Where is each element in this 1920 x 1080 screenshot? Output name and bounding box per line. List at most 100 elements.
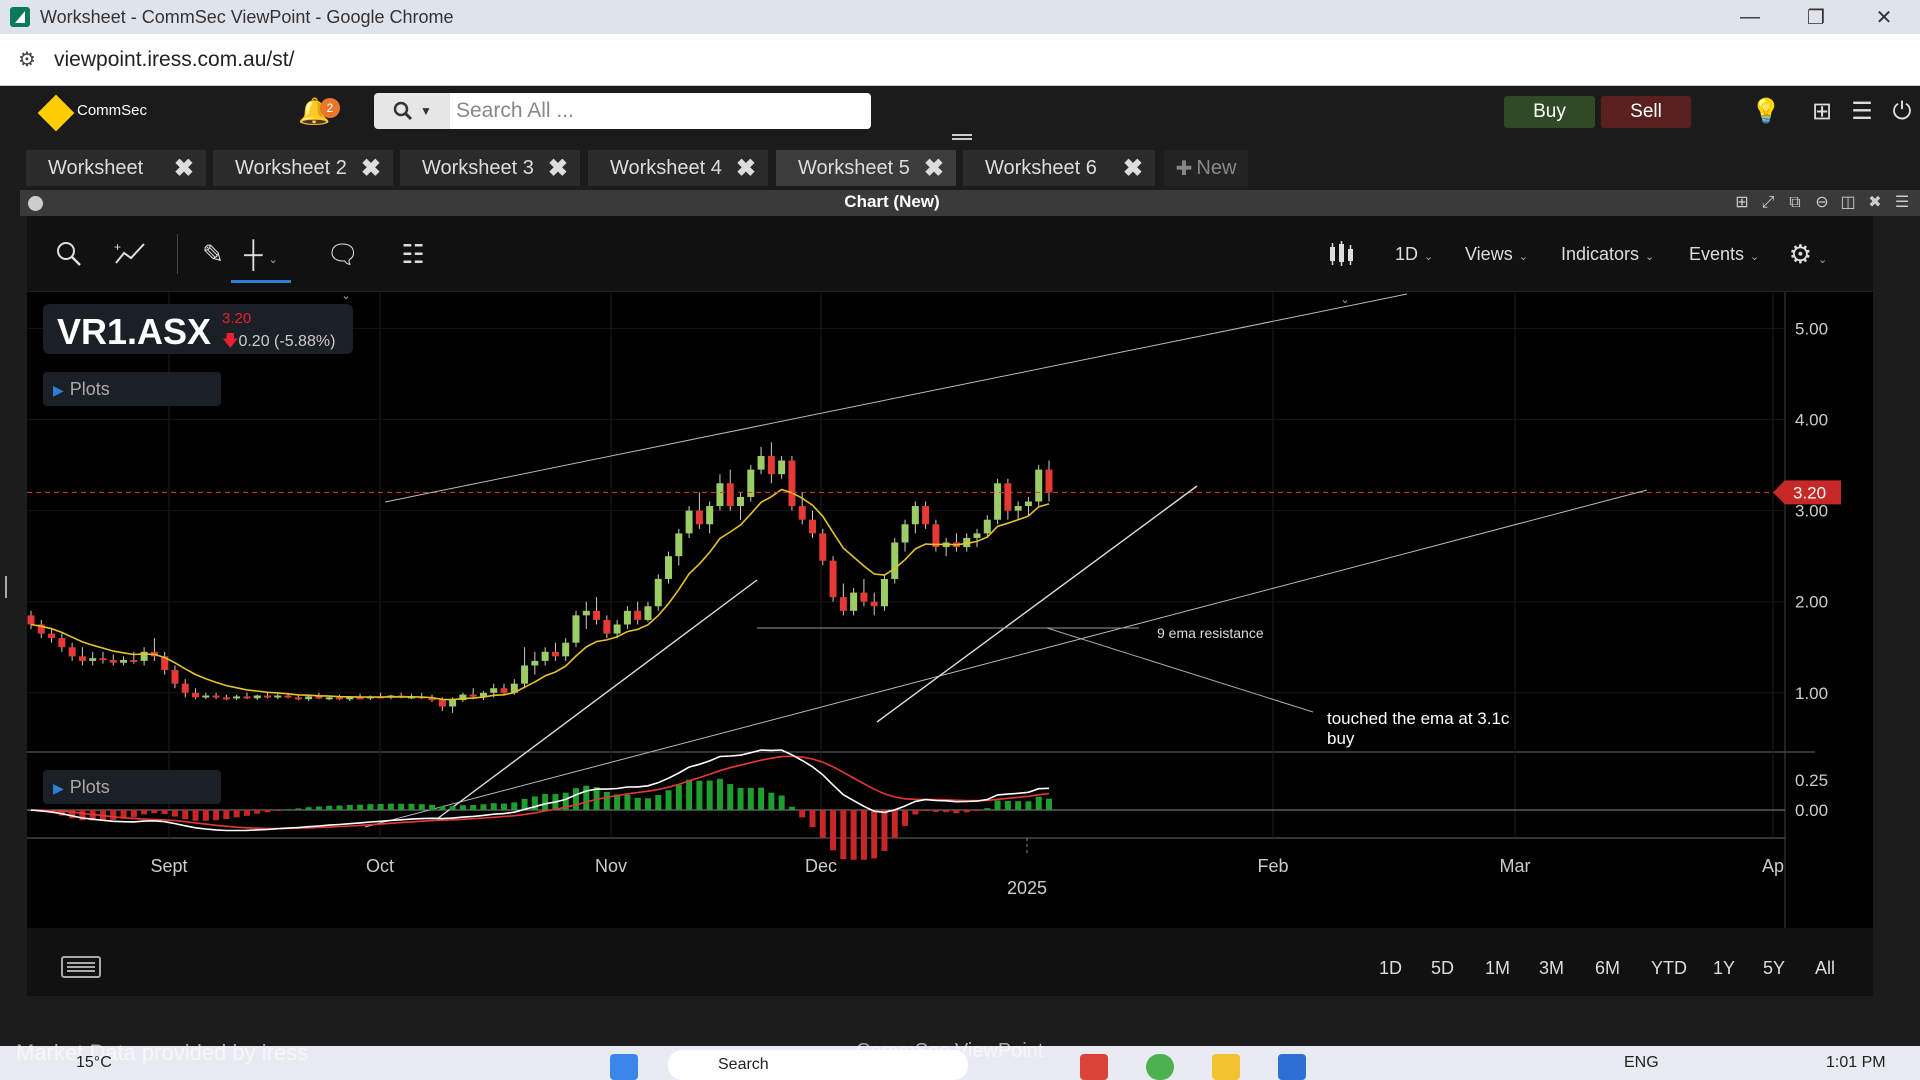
range-1m[interactable]: 1M [1485, 958, 1510, 979]
search-type-dropdown[interactable]: ▼ [374, 93, 450, 129]
close-window-button[interactable]: ✕ [1854, 0, 1914, 34]
panel-add-icon[interactable]: ⊞ [1732, 193, 1752, 213]
candle-body [603, 619, 611, 634]
candle-body [469, 694, 477, 697]
tab-worksheet-5[interactable]: Worksheet 5 ✖ [776, 150, 956, 186]
resize-handle-icon[interactable] [5, 576, 9, 598]
news-list-icon[interactable]: ☷ [395, 236, 431, 272]
commsec-logo[interactable] [37, 94, 75, 132]
range-5d[interactable]: 5D [1431, 958, 1454, 979]
tab-worksheet-4[interactable]: Worksheet 4 ✖ [588, 150, 768, 186]
pencil-icon[interactable]: ✎ [195, 236, 231, 272]
views-dropdown[interactable]: Views ⌄ [1465, 244, 1528, 265]
chevron-down-icon: ⌄ [1818, 254, 1828, 266]
add-widget-icon[interactable]: ⊞ [1806, 96, 1838, 128]
close-tab-icon[interactable]: ✖ [361, 154, 381, 183]
keyboard-icon[interactable] [61, 956, 101, 978]
settings-gear-icon[interactable]: ⚙ ⌄ [1783, 236, 1833, 272]
histogram-bar [1046, 798, 1052, 810]
price-chart[interactable]: 5.00 4.00 3.00 2.00 1.00 0.25 0.00 Sept Oct Nov De… [27, 292, 1873, 928]
indicators-dropdown[interactable]: Indicators ⌄ [1561, 244, 1654, 265]
candle-body [891, 542, 899, 579]
url-text[interactable]: viewpoint.iress.com.au/st/ [54, 48, 294, 72]
crosshair-icon[interactable]: ┼ ⌄ [241, 236, 281, 272]
chart-type-icon[interactable]: ⌄ [1317, 236, 1367, 306]
panel-popout-icon[interactable]: ⧉ [1785, 193, 1805, 213]
file-explorer-icon[interactable] [1212, 1054, 1240, 1080]
range-ytd[interactable]: YTD [1651, 958, 1687, 979]
histogram-bar [737, 787, 744, 810]
tab-worksheet-3[interactable]: Worksheet 3 ✖ [400, 150, 580, 186]
histogram-bar [758, 787, 765, 810]
range-all[interactable]: All [1815, 958, 1835, 979]
candle-body [449, 700, 457, 707]
annotation-icon[interactable]: 🗨⌄ [321, 236, 365, 302]
range-6m[interactable]: 6M [1595, 958, 1620, 979]
histogram-bar [326, 805, 333, 810]
panel-header: Chart (New) ⊞ ⤢ ⧉ ⊖ ◫ ✖ ☰ [20, 190, 1920, 216]
tab-worksheet-2[interactable]: Worksheet 2 ✖ [213, 150, 393, 186]
tab-label: Worksheet 6 [985, 156, 1097, 179]
lightbulb-icon[interactable]: 💡 [1750, 96, 1782, 128]
range-3m[interactable]: 3M [1539, 958, 1564, 979]
buy-button[interactable]: Buy [1504, 96, 1595, 128]
ema-line [30, 488, 1050, 701]
histogram-bar [696, 780, 703, 810]
resize-grip[interactable] [952, 134, 972, 140]
interval-dropdown[interactable]: 1D ⌄ [1395, 244, 1433, 265]
panel-expand-icon[interactable]: ⤢ [1758, 193, 1778, 213]
range-5y[interactable]: 5Y [1763, 958, 1785, 979]
close-tab-icon[interactable]: ✖ [924, 154, 944, 183]
chevron-down-icon: ▼ [420, 104, 432, 118]
close-tab-icon[interactable]: ✖ [548, 154, 568, 183]
chrome-icon[interactable] [1146, 1054, 1174, 1080]
site-settings-icon[interactable]: ⚙ [12, 47, 42, 72]
panel-close-icon[interactable]: ✖ [1865, 193, 1885, 213]
windows-start-icon[interactable] [610, 1054, 638, 1080]
histogram-bar [830, 810, 837, 851]
menu-icon[interactable]: ☰ [1846, 96, 1878, 128]
taskbar-search[interactable]: Search [668, 1050, 968, 1080]
candle-body [685, 510, 693, 534]
left-edge [0, 216, 20, 1036]
y-tick-label: 3.00 [1795, 502, 1828, 521]
panel-split-icon[interactable]: ◫ [1838, 193, 1858, 213]
histogram-bar [1025, 801, 1032, 810]
close-tab-icon[interactable]: ✖ [736, 154, 756, 183]
clock-time[interactable]: 1:01 PM [1826, 1054, 1886, 1072]
close-tab-icon[interactable]: ✖ [174, 154, 194, 183]
sell-button[interactable]: Sell [1601, 96, 1691, 128]
app-icon-tasks[interactable] [1080, 1054, 1108, 1080]
histogram-bar [912, 810, 919, 815]
histogram-bar [686, 779, 693, 810]
plots-toggle-indicator[interactable]: ▶ Plots [43, 770, 221, 804]
range-1d[interactable]: 1D [1379, 958, 1402, 979]
candle-body [212, 695, 220, 698]
tab-worksheet-1[interactable]: Worksheet ✖ [26, 150, 206, 186]
histogram-bar [572, 788, 579, 810]
histogram-bar [542, 793, 549, 810]
histogram-bar [614, 794, 621, 810]
range-1y[interactable]: 1Y [1713, 958, 1735, 979]
minimize-button[interactable]: — [1720, 0, 1780, 34]
candle-body [983, 519, 991, 534]
new-tab-button[interactable]: ✚ New [1164, 150, 1248, 186]
notifications-bell-icon[interactable]: 🔔 2 [298, 96, 340, 132]
tab-worksheet-6[interactable]: Worksheet 6 ✖ [963, 150, 1155, 186]
panel-menu-icon[interactable]: ☰ [1892, 193, 1912, 213]
weather-text[interactable]: 15°C [76, 1054, 112, 1072]
close-tab-icon[interactable]: ✖ [1123, 154, 1143, 183]
language-indicator[interactable]: ENG [1624, 1054, 1659, 1072]
panel-minimize-icon[interactable]: ⊖ [1812, 193, 1832, 213]
candle-body [58, 638, 66, 648]
search-input[interactable] [450, 93, 871, 129]
app-icon-blue[interactable] [1278, 1054, 1306, 1080]
restore-button[interactable]: ❐ [1786, 0, 1846, 34]
candle-body [726, 483, 734, 507]
compare-icon[interactable]: + [111, 236, 151, 272]
histogram-bar [387, 803, 394, 810]
search-symbol-icon[interactable] [51, 236, 87, 272]
events-dropdown[interactable]: Events ⌄ [1689, 244, 1759, 265]
power-icon[interactable]: ⏻ [1886, 96, 1918, 128]
plots-toggle-main[interactable]: ▶ Plots [43, 372, 221, 406]
